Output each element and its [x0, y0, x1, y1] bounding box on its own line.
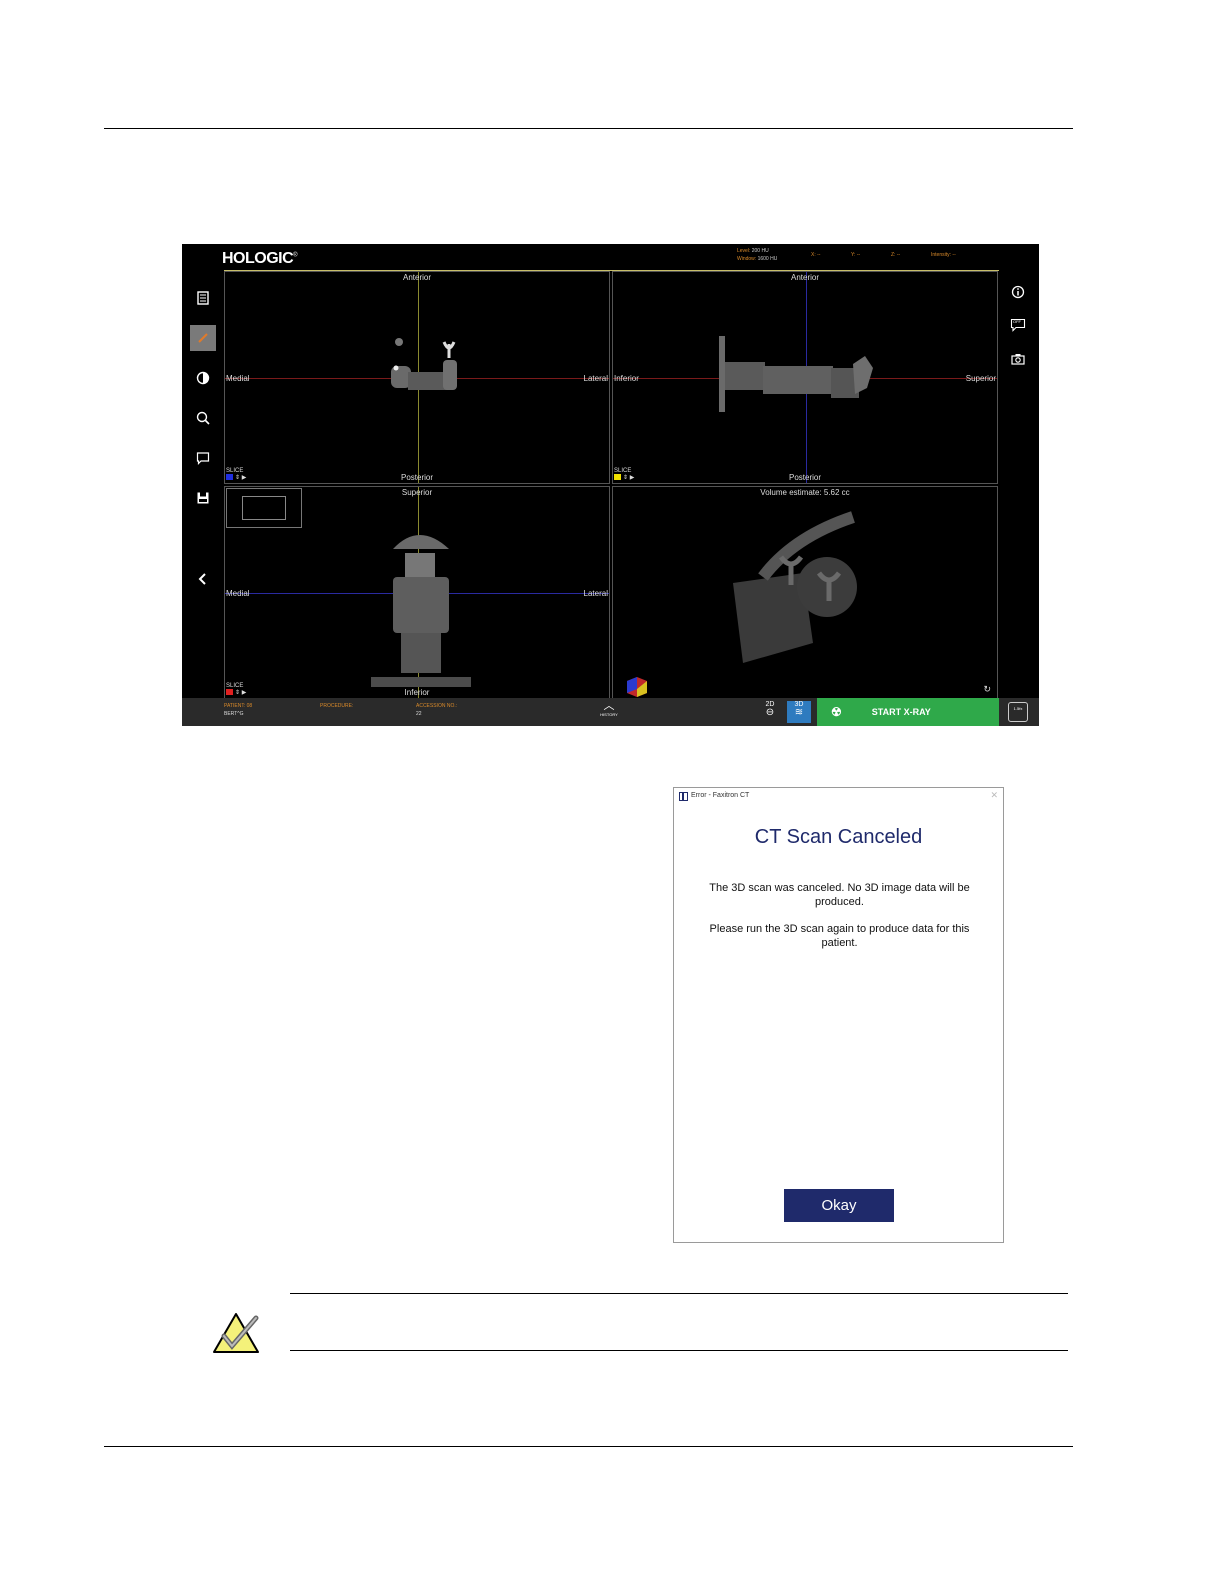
accession-field: ACCESSION NO.: 22 [416, 703, 458, 717]
history-button[interactable]: ︿ HISTORY [594, 700, 624, 718]
3d-scan-icon: ≋ [794, 707, 804, 718]
okay-button[interactable]: Okay [784, 1189, 894, 1222]
error-dialog: Error - Faxitron CT ✕ CT Scan Canceled T… [673, 787, 1004, 1243]
z-readout: Z: -- [891, 252, 901, 258]
level-readout: Level: 200 HU [737, 248, 769, 254]
off-annotation-icon[interactable]: OFF [1006, 313, 1030, 337]
page-footer-rule [104, 1446, 1073, 1447]
axial-viewport[interactable]: Anterior Posterior Medial Lateral SLICE … [224, 271, 610, 484]
volume-viewport[interactable]: Volume estimate: 5.62 cc ↻ [612, 486, 998, 699]
zoom-icon[interactable] [190, 405, 216, 431]
sagittal-top-label: Anterior [790, 273, 819, 282]
coronal-right-label: Lateral [583, 589, 608, 598]
volume-estimate-label: Volume estimate: 5.62 cc [760, 488, 850, 497]
close-icon[interactable]: ✕ [990, 790, 998, 801]
page-header-rule [104, 128, 1073, 129]
axial-top-label: Anterior [402, 273, 431, 282]
axial-right-label: Lateral [583, 374, 608, 383]
dialog-message-canceled: The 3D scan was canceled. No 3D image da… [709, 882, 970, 908]
axial-bottom-label: Posterior [400, 473, 433, 482]
note-bottom-rule [290, 1350, 1068, 1351]
sagittal-right-label: Superior [965, 374, 996, 383]
dialog-titlebar: Error - Faxitron CT ✕ [674, 788, 1003, 805]
sagittal-scan-image [719, 336, 873, 412]
radiation-icon: ☢ [831, 705, 842, 719]
coronal-bottom-label: Inferior [404, 688, 430, 697]
dialog-title: Error - Faxitron CT [691, 792, 750, 799]
y-readout: Y: -- [851, 252, 861, 258]
coronal-viewport[interactable]: Superior Inferior Medial Lateral SLICE ⇕… [224, 486, 610, 699]
ct-viewer-screenshot: HOLOGIC® Level: 200 HU Window: 1600 HU X… [182, 244, 1039, 726]
coronal-slice-swatch [226, 689, 233, 696]
intensity-readout: Intensity: -- [931, 252, 956, 258]
note-checkmark-icon [213, 1313, 259, 1353]
axial-slice-swatch [226, 474, 233, 481]
sagittal-slice-swatch [614, 474, 621, 481]
reset-rotation-icon[interactable]: ↻ [983, 684, 991, 695]
pencil-icon[interactable] [190, 325, 216, 351]
mode-2d-button[interactable]: 2D ⊖ [759, 701, 781, 723]
save-pacs-icon[interactable] [190, 485, 216, 511]
sagittal-bottom-label: Posterior [788, 473, 821, 482]
procedure-field: PROCEDURE: [320, 703, 354, 709]
collapse-icon[interactable] [190, 566, 216, 592]
window-readout: Window: 1600 HU [737, 256, 778, 262]
camera-icon[interactable] [1006, 347, 1030, 371]
coronal-top-label: Superior [401, 488, 433, 497]
bottom-status-bar: PATIENT: 08 BERT^G PROCEDURE: ACCESSION … [182, 698, 1039, 726]
sagittal-slice-control[interactable]: SLICE ⇕ ▶ [614, 468, 634, 481]
faxitron-app-icon [679, 792, 688, 801]
coronal-scan-image [371, 535, 471, 687]
coronal-slice-control[interactable]: SLICE ⇕ ▶ [226, 683, 246, 696]
annotation-icon[interactable] [190, 445, 216, 471]
patient-field: PATIENT: 08 BERT^G [224, 703, 253, 717]
coronal-left-label: Medial [226, 589, 250, 598]
sagittal-left-label: Inferior [614, 374, 639, 383]
note-top-rule [290, 1293, 1068, 1294]
left-toolbar [182, 271, 224, 698]
info-icon[interactable] [1006, 280, 1030, 304]
chevron-up-icon: ︿ [603, 700, 615, 712]
hologic-logo: HOLOGIC® [222, 250, 298, 267]
axial-left-label: Medial [226, 374, 250, 383]
x-readout: X: -- [811, 252, 821, 258]
sagittal-viewport[interactable]: Anterior Posterior Inferior Superior SLI… [612, 271, 998, 484]
volume-render-image [627, 511, 857, 697]
speed-button[interactable]: 1.5fx [1008, 702, 1028, 722]
contrast-icon[interactable] [190, 365, 216, 391]
axial-slice-control[interactable]: SLICE ⇕ ▶ [226, 468, 246, 481]
right-toolbar: OFF [999, 271, 1039, 698]
viewport-grid: Anterior Posterior Medial Lateral SLICE … [224, 270, 999, 699]
mode-3d-button[interactable]: 3D ≋ [787, 701, 811, 723]
start-xray-button[interactable]: ☢ START X-RAY [817, 698, 999, 726]
2d-scan-icon: ⊖ [765, 707, 775, 718]
dialog-message-rerun: Please run the 3D scan again to produce … [709, 923, 970, 949]
axial-scan-image [391, 338, 457, 390]
report-icon[interactable] [190, 285, 216, 311]
dialog-heading: CT Scan Canceled [754, 826, 923, 848]
